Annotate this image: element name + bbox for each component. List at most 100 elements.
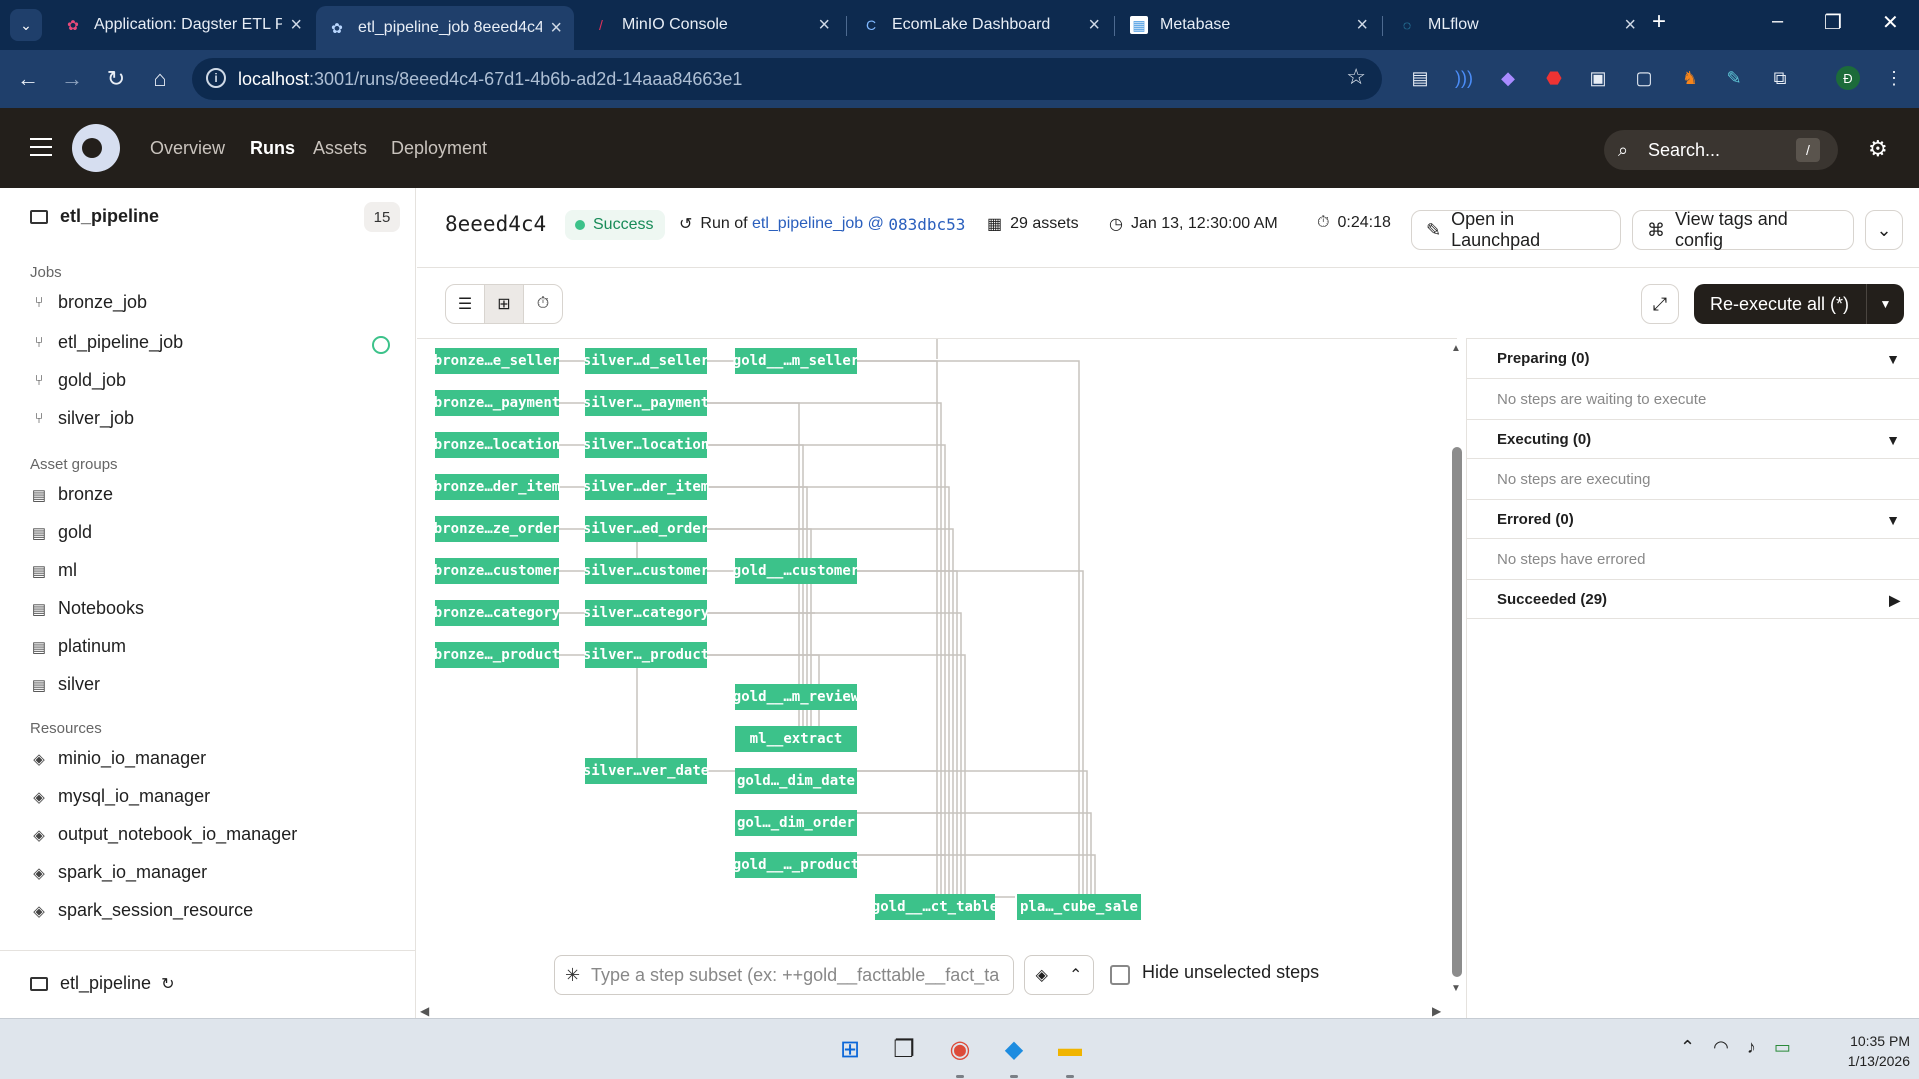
preparing-section-header[interactable]: Preparing (0) ▼ <box>1467 339 1919 379</box>
hide-unselected-checkbox[interactable] <box>1110 965 1130 985</box>
new-tab-button[interactable]: + <box>1652 8 1666 36</box>
more-actions-button[interactable]: ⌄ <box>1865 210 1903 250</box>
asset-step-node[interactable]: pla…_cube_sale <box>1017 894 1141 920</box>
address-bar[interactable]: i localhost:3001/runs/8eeed4c4-67d1-4b6b… <box>192 58 1382 100</box>
reading-list-icon[interactable]: ▤ <box>1408 66 1432 90</box>
asset-step-node[interactable]: bronze…_payment <box>434 390 560 416</box>
asset-step-node[interactable]: gold__…customer <box>733 558 859 584</box>
browser-tab[interactable]: ◌ MLflow × <box>1386 7 1648 43</box>
reload-icon[interactable]: ↻ <box>161 974 174 994</box>
window-close-icon[interactable]: ✕ <box>1882 10 1899 35</box>
task-view-icon[interactable]: ❐ <box>888 1033 920 1065</box>
subset-menu-button[interactable]: ◈ ⌃ <box>1024 955 1094 995</box>
asset-step-node[interactable]: silver…ed_order <box>583 516 709 542</box>
minimize-icon[interactable]: – <box>1772 10 1783 33</box>
volume-icon[interactable]: ♪ <box>1747 1037 1756 1058</box>
open-launchpad-button[interactable]: ✎ Open in Launchpad <box>1411 209 1621 250</box>
close-icon[interactable]: × <box>1356 14 1368 37</box>
metamask-icon[interactable]: ♞ <box>1678 66 1702 90</box>
sidebar-group-bronze[interactable]: ▤ bronze <box>30 484 113 505</box>
chrome-icon[interactable]: ◉ <box>944 1033 976 1065</box>
sidebar-resource[interactable]: ◈ spark_session_resource <box>30 900 253 921</box>
sidebar-group-notebooks[interactable]: ▤ Notebooks <box>30 598 144 619</box>
waterfall-view-icon[interactable]: ☰ <box>446 285 485 323</box>
timer-view-icon[interactable]: ⏱ <box>524 285 562 323</box>
extension-icon[interactable]: ))) <box>1452 66 1476 90</box>
close-icon[interactable]: × <box>290 14 302 37</box>
asset-step-node[interactable]: gold__…m_review <box>733 684 859 710</box>
view-tags-button[interactable]: ⌘ View tags and config <box>1632 209 1854 250</box>
asset-step-node[interactable]: gold__…ct_table <box>872 894 998 920</box>
extension-icon[interactable]: ▣ <box>1586 66 1610 90</box>
system-clock[interactable]: 10:35 PM 1/13/2026 <box>1820 1031 1910 1071</box>
extensions-puzzle-icon[interactable]: ⧉ <box>1768 66 1792 90</box>
sidebar-job-bronze[interactable]: ⑂ bronze_job <box>30 292 147 313</box>
close-icon[interactable]: × <box>818 14 830 37</box>
asset-step-node[interactable]: bronze…customer <box>434 558 560 584</box>
back-icon[interactable]: ← <box>12 63 44 95</box>
sidebar-job-silver[interactable]: ⑂ silver_job <box>30 408 134 429</box>
sidebar-job-gold[interactable]: ⑂ gold_job <box>30 370 126 391</box>
asset-step-node[interactable]: bronze…der_item <box>434 474 560 500</box>
errored-section-header[interactable]: Errored (0) ▼ <box>1467 499 1919 539</box>
site-info-icon[interactable]: i <box>206 68 226 88</box>
browser-menu-icon[interactable]: ⋮ <box>1882 66 1906 90</box>
nav-deployment[interactable]: Deployment <box>391 138 487 159</box>
expand-icon[interactable]: ⤢ <box>1641 284 1679 324</box>
asset-step-node[interactable]: silver…location <box>583 432 709 458</box>
sidebar-group-ml[interactable]: ▤ ml <box>30 560 77 581</box>
sidebar-resource[interactable]: ◈ spark_io_manager <box>30 862 207 883</box>
graph-view-icon[interactable]: ⊞ <box>485 285 524 323</box>
extension-icon[interactable]: ▢ <box>1632 66 1656 90</box>
asset-step-node[interactable]: silver…ver_date <box>583 758 709 784</box>
sidebar-resource[interactable]: ◈ output_notebook_io_manager <box>30 824 297 845</box>
nav-runs[interactable]: Runs <box>250 138 295 159</box>
step-subset-input[interactable]: ✳ Type a step subset (ex: ++gold__factta… <box>554 955 1014 995</box>
schedule-clock-icon[interactable] <box>372 336 390 354</box>
scroll-right-arrow[interactable]: ▶ <box>1432 1004 1441 1018</box>
snapshot-link[interactable]: 083dbc53 <box>888 215 965 234</box>
file-explorer-icon[interactable]: ▬ <box>1054 1033 1086 1065</box>
restore-icon[interactable]: ❐ <box>1824 10 1842 35</box>
asset-step-node[interactable]: bronze…_product <box>434 642 560 668</box>
scroll-down-arrow[interactable]: ▼ <box>1451 983 1461 994</box>
asset-step-node[interactable]: gold…_dim_date <box>735 768 857 794</box>
battery-icon[interactable]: ▭ <box>1774 1037 1791 1058</box>
asset-step-node[interactable]: silver…_payment <box>583 390 709 416</box>
close-icon[interactable]: × <box>550 17 562 40</box>
dagster-logo[interactable] <box>72 124 120 172</box>
asset-step-node[interactable]: silver…d_seller <box>583 348 709 374</box>
sidebar-group-silver[interactable]: ▤ silver <box>30 674 100 695</box>
forward-icon[interactable]: → <box>56 63 88 95</box>
sidebar-resource[interactable]: ◈ minio_io_manager <box>30 748 206 769</box>
asset-step-node[interactable]: gold__…m_seller <box>733 348 859 374</box>
asset-step-node[interactable]: bronze…e_seller <box>434 348 560 374</box>
sidebar-job-etl-pipeline[interactable]: ⑂ etl_pipeline_job <box>30 332 183 353</box>
browser-tab[interactable]: ✿ Application: Dagster ETL Pi × <box>52 7 314 43</box>
asset-step-node[interactable]: gol…_dim_order <box>735 810 857 836</box>
asset-step-node[interactable]: bronze…ze_order <box>434 516 560 542</box>
succeeded-section-header[interactable]: Succeeded (29) ▶ <box>1467 579 1919 619</box>
asset-step-node[interactable]: bronze…category <box>434 600 560 626</box>
executing-section-header[interactable]: Executing (0) ▼ <box>1467 419 1919 459</box>
asset-step-node[interactable]: gold__…_product <box>733 852 859 878</box>
extension-icon[interactable]: ◆ <box>1496 66 1520 90</box>
sidebar-resource[interactable]: ◈ mysql_io_manager <box>30 786 210 807</box>
browser-tab[interactable]: C EcomLake Dashboard × <box>850 7 1112 43</box>
run-gantt-graph[interactable]: bronze…e_seller bronze…_payment bronze…loc… <box>417 338 1457 1018</box>
scroll-thumb[interactable] <box>1452 447 1462 977</box>
browser-tab-active[interactable]: ✿ etl_pipeline_job 8eeed4c4 | × <box>316 6 574 50</box>
scroll-left-arrow[interactable]: ◀ <box>420 1004 429 1018</box>
chevron-down-icon[interactable]: ▼ <box>1866 284 1904 324</box>
sidebar-group-gold[interactable]: ▤ gold <box>30 522 92 543</box>
chevron-up-icon[interactable]: ⌃ <box>1680 1037 1695 1058</box>
asset-step-node[interactable]: silver…category <box>583 600 709 626</box>
start-menu-icon[interactable]: ⊞ <box>834 1033 866 1065</box>
asset-step-node[interactable]: silver…customer <box>583 558 709 584</box>
hamburger-menu-icon[interactable] <box>30 138 52 156</box>
hide-unselected-label[interactable]: Hide unselected steps <box>1142 962 1319 983</box>
asset-step-node[interactable]: bronze…location <box>434 432 560 458</box>
scroll-up-arrow[interactable]: ▲ <box>1451 343 1461 354</box>
graph-vertical-scrollbar[interactable]: ▲ ▼ <box>1449 343 1463 998</box>
reexecute-all-button[interactable]: Re-execute all (*) ▼ <box>1694 284 1904 324</box>
